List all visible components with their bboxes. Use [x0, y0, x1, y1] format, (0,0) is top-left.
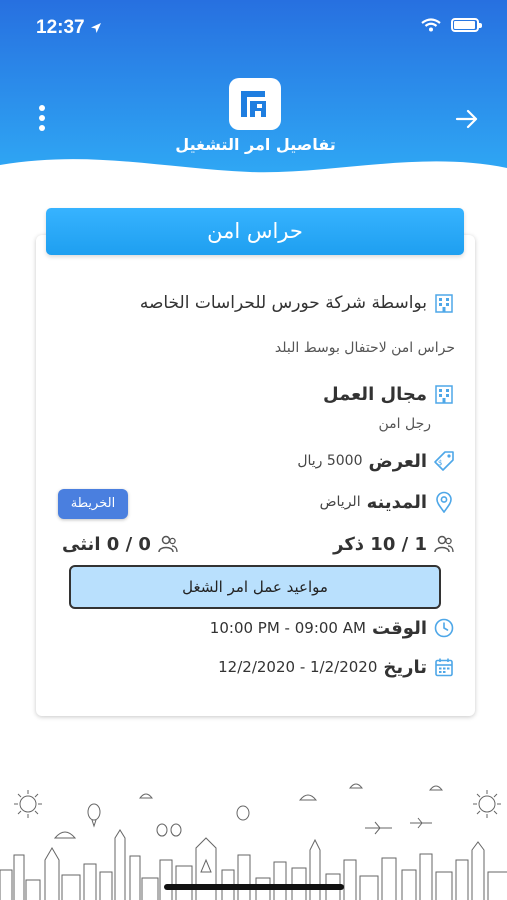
clock-label: 12:37	[36, 17, 85, 38]
work-field-label: مجال العمل	[323, 383, 427, 405]
map-button[interactable]: الخريطة	[58, 489, 128, 519]
date-label: تاريخ	[383, 656, 427, 678]
time-value: 10:00 PM - 09:00 AM	[209, 619, 366, 637]
battery-icon	[451, 18, 482, 32]
time-row: الوقت 10:00 PM - 09:00 AM	[210, 617, 455, 639]
wifi-icon	[421, 18, 441, 32]
females-count: 0 / 0 انثى	[62, 533, 151, 555]
city-skyline-illustration	[0, 783, 507, 900]
city-label: المدينه	[366, 491, 427, 513]
more-vertical-icon	[39, 105, 45, 111]
users-icon	[158, 535, 178, 553]
card-title: حراس امن	[46, 208, 464, 255]
males-count: 1 / 10 ذكر	[333, 533, 427, 555]
arrow-right-icon[interactable]	[455, 108, 479, 130]
females-row: 0 / 0 انثى	[62, 533, 179, 555]
offer-row: $ العرض 5000 ريال	[297, 450, 455, 472]
company-row: بواسطة شركة حورس للحراسات الخاصه	[140, 292, 455, 314]
males-row: 1 / 10 ذكر	[333, 533, 455, 555]
more-menu-button[interactable]	[33, 103, 51, 133]
city-value: الرياض	[319, 494, 361, 510]
location-pin-icon	[436, 491, 452, 513]
date-row: تاريخ 12/2/2020 - 1/2/2020	[218, 656, 455, 678]
work-field-value: رجل امن	[378, 416, 431, 432]
offer-value: 5000 ريال	[297, 453, 363, 469]
date-value: 12/2/2020 - 1/2/2020	[218, 658, 378, 676]
app-header: 12:37 تفاصيل امر التشغيل	[0, 0, 507, 185]
location-arrow-icon	[90, 23, 101, 33]
users-icon	[434, 535, 454, 553]
building-icon	[435, 294, 453, 313]
home-indicator[interactable]	[164, 884, 344, 890]
status-time: 12:37	[36, 17, 102, 39]
svg-text:$: $	[438, 459, 442, 467]
offer-label: العرض	[368, 450, 428, 472]
page-title: تفاصيل امر التشغيل	[175, 135, 336, 154]
work-schedule-button[interactable]: مواعيد عمل امر الشغل	[69, 565, 441, 609]
work-field-row: مجال العمل	[323, 383, 455, 405]
order-description: حراس امن لاحتفال بوسط البلد	[274, 340, 455, 356]
company-logo-icon	[229, 78, 281, 130]
clock-icon	[434, 618, 454, 638]
status-bar: 12:37	[0, 0, 507, 55]
building-icon	[435, 385, 453, 404]
price-tag-icon: $	[434, 451, 454, 471]
city-row: المدينه الرياض	[320, 491, 455, 513]
status-icons	[421, 18, 482, 32]
time-label: الوقت	[371, 617, 427, 639]
calendar-icon	[435, 658, 453, 677]
company-name: بواسطة شركة حورس للحراسات الخاصه	[139, 293, 427, 313]
